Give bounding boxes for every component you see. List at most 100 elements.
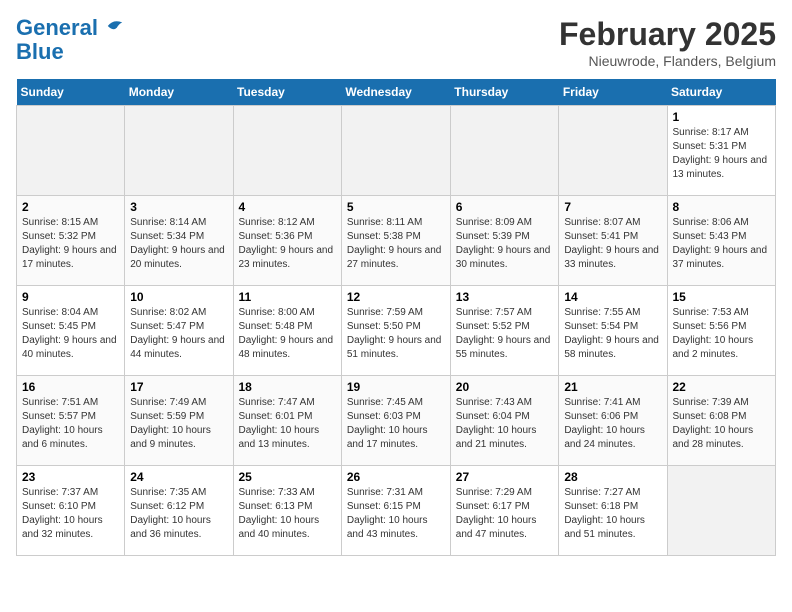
day-info: Sunrise: 7:33 AM Sunset: 6:13 PM Dayligh… xyxy=(239,486,336,542)
header-sunday: Sunday xyxy=(17,79,125,106)
calendar-header-row: SundayMondayTuesdayWednesdayThursdayFrid… xyxy=(17,79,776,106)
day-info: Sunrise: 8:09 AM Sunset: 5:39 PM Dayligh… xyxy=(456,216,554,272)
day-info: Sunrise: 7:29 AM Sunset: 6:17 PM Dayligh… xyxy=(456,486,554,542)
day-info: Sunrise: 7:39 AM Sunset: 6:08 PM Dayligh… xyxy=(673,396,771,452)
calendar-cell: 1 Sunrise: 8:17 AM Sunset: 5:31 PM Daylig… xyxy=(667,106,776,196)
day-number: 14 xyxy=(564,290,661,304)
day-info: Sunrise: 8:04 AM Sunset: 5:45 PM Dayligh… xyxy=(22,306,119,362)
calendar-week-2: 9 Sunrise: 8:04 AM Sunset: 5:45 PM Daylig… xyxy=(17,286,776,376)
day-number: 27 xyxy=(456,470,554,484)
day-info: Sunrise: 8:17 AM Sunset: 5:31 PM Dayligh… xyxy=(673,126,771,182)
day-info: Sunrise: 7:41 AM Sunset: 6:06 PM Dayligh… xyxy=(564,396,661,452)
calendar-cell: 3 Sunrise: 8:14 AM Sunset: 5:34 PM Daylig… xyxy=(125,196,233,286)
calendar-cell: 5 Sunrise: 8:11 AM Sunset: 5:38 PM Daylig… xyxy=(341,196,450,286)
calendar-cell: 28 Sunrise: 7:27 AM Sunset: 6:18 PM Dayli… xyxy=(559,466,667,556)
day-info: Sunrise: 8:11 AM Sunset: 5:38 PM Dayligh… xyxy=(347,216,445,272)
day-info: Sunrise: 8:14 AM Sunset: 5:34 PM Dayligh… xyxy=(130,216,227,272)
calendar-cell: 18Sunrise: 7:47 AM Sunset: 6:01 PM Dayli… xyxy=(233,376,341,466)
calendar-cell: 9 Sunrise: 8:04 AM Sunset: 5:45 PM Daylig… xyxy=(17,286,125,376)
day-number: 8 xyxy=(673,200,771,214)
calendar-table: SundayMondayTuesdayWednesdayThursdayFrid… xyxy=(16,79,776,556)
day-info: Sunrise: 7:55 AM Sunset: 5:54 PM Dayligh… xyxy=(564,306,661,362)
day-number: 4 xyxy=(239,200,336,214)
calendar-cell: 11 Sunrise: 8:00 AM Sunset: 5:48 PM Dayli… xyxy=(233,286,341,376)
calendar-cell: 8 Sunrise: 8:06 AM Sunset: 5:43 PM Daylig… xyxy=(667,196,776,286)
day-info: Sunrise: 8:06 AM Sunset: 5:43 PM Dayligh… xyxy=(673,216,771,272)
header-saturday: Saturday xyxy=(667,79,776,106)
calendar-cell: 4 Sunrise: 8:12 AM Sunset: 5:36 PM Daylig… xyxy=(233,196,341,286)
calendar-cell: 25 Sunrise: 7:33 AM Sunset: 6:13 PM Dayli… xyxy=(233,466,341,556)
calendar-cell: 12 Sunrise: 7:59 AM Sunset: 5:50 PM Dayli… xyxy=(341,286,450,376)
day-info: Sunrise: 7:51 AM Sunset: 5:57 PM Dayligh… xyxy=(22,396,119,452)
day-number: 5 xyxy=(347,200,445,214)
logo-bird-icon xyxy=(106,17,124,35)
calendar-cell xyxy=(559,106,667,196)
day-number: 6 xyxy=(456,200,554,214)
title-area: February 2025 Nieuwrode, Flanders, Belgi… xyxy=(559,16,776,69)
day-info: Sunrise: 8:07 AM Sunset: 5:41 PM Dayligh… xyxy=(564,216,661,272)
calendar-subtitle: Nieuwrode, Flanders, Belgium xyxy=(559,53,776,69)
calendar-cell: 20 Sunrise: 7:43 AM Sunset: 6:04 PM Dayli… xyxy=(450,376,559,466)
calendar-cell: 26Sunrise: 7:31 AM Sunset: 6:15 PM Dayli… xyxy=(341,466,450,556)
calendar-cell: 22 Sunrise: 7:39 AM Sunset: 6:08 PM Dayli… xyxy=(667,376,776,466)
calendar-cell: 2 Sunrise: 8:15 AM Sunset: 5:32 PM Daylig… xyxy=(17,196,125,286)
calendar-week-3: 16 Sunrise: 7:51 AM Sunset: 5:57 PM Dayli… xyxy=(17,376,776,466)
calendar-cell: 21 Sunrise: 7:41 AM Sunset: 6:06 PM Dayli… xyxy=(559,376,667,466)
day-number: 16 xyxy=(22,380,119,394)
calendar-cell: 13 Sunrise: 7:57 AM Sunset: 5:52 PM Dayli… xyxy=(450,286,559,376)
calendar-cell: 15Sunrise: 7:53 AM Sunset: 5:56 PM Dayli… xyxy=(667,286,776,376)
header: General Blue February 2025 Nieuwrode, Fl… xyxy=(16,16,776,69)
calendar-cell: 7 Sunrise: 8:07 AM Sunset: 5:41 PM Daylig… xyxy=(559,196,667,286)
calendar-cell: 17 Sunrise: 7:49 AM Sunset: 5:59 PM Dayli… xyxy=(125,376,233,466)
calendar-cell: 10 Sunrise: 8:02 AM Sunset: 5:47 PM Dayli… xyxy=(125,286,233,376)
day-info: Sunrise: 8:00 AM Sunset: 5:48 PM Dayligh… xyxy=(239,306,336,362)
calendar-week-4: 23 Sunrise: 7:37 AM Sunset: 6:10 PM Dayli… xyxy=(17,466,776,556)
day-number: 3 xyxy=(130,200,227,214)
day-info: Sunrise: 7:49 AM Sunset: 5:59 PM Dayligh… xyxy=(130,396,227,452)
calendar-cell: 24 Sunrise: 7:35 AM Sunset: 6:12 PM Dayli… xyxy=(125,466,233,556)
day-info: Sunrise: 8:02 AM Sunset: 5:47 PM Dayligh… xyxy=(130,306,227,362)
day-info: Sunrise: 7:37 AM Sunset: 6:10 PM Dayligh… xyxy=(22,486,119,542)
day-number: 2 xyxy=(22,200,119,214)
calendar-cell xyxy=(125,106,233,196)
day-info: Sunrise: 7:35 AM Sunset: 6:12 PM Dayligh… xyxy=(130,486,227,542)
logo-line2: Blue xyxy=(16,39,64,64)
day-info: Sunrise: 7:47 AM Sunset: 6:01 PM Dayligh… xyxy=(239,396,336,452)
day-info: Sunrise: 7:27 AM Sunset: 6:18 PM Dayligh… xyxy=(564,486,661,542)
day-number: 23 xyxy=(22,470,119,484)
calendar-cell: 23 Sunrise: 7:37 AM Sunset: 6:10 PM Dayli… xyxy=(17,466,125,556)
header-tuesday: Tuesday xyxy=(233,79,341,106)
day-number: 25 xyxy=(239,470,336,484)
calendar-week-1: 2 Sunrise: 8:15 AM Sunset: 5:32 PM Daylig… xyxy=(17,196,776,286)
day-number: 20 xyxy=(456,380,554,394)
header-friday: Friday xyxy=(559,79,667,106)
day-number: 1 xyxy=(673,110,771,124)
calendar-cell: 14 Sunrise: 7:55 AM Sunset: 5:54 PM Dayli… xyxy=(559,286,667,376)
day-number: 26 xyxy=(347,470,445,484)
calendar-week-0: 1 Sunrise: 8:17 AM Sunset: 5:31 PM Daylig… xyxy=(17,106,776,196)
day-info: Sunrise: 7:53 AM Sunset: 5:56 PM Dayligh… xyxy=(673,306,771,362)
day-number: 19 xyxy=(347,380,445,394)
day-number: 9 xyxy=(22,290,119,304)
day-number: 28 xyxy=(564,470,661,484)
day-info: Sunrise: 8:12 AM Sunset: 5:36 PM Dayligh… xyxy=(239,216,336,272)
day-info: Sunrise: 7:43 AM Sunset: 6:04 PM Dayligh… xyxy=(456,396,554,452)
day-number: 7 xyxy=(564,200,661,214)
day-number: 22 xyxy=(673,380,771,394)
day-info: Sunrise: 7:57 AM Sunset: 5:52 PM Dayligh… xyxy=(456,306,554,362)
day-number: 10 xyxy=(130,290,227,304)
logo-line1: General xyxy=(16,15,98,40)
calendar-title: February 2025 xyxy=(559,16,776,53)
day-number: 17 xyxy=(130,380,227,394)
calendar-cell xyxy=(667,466,776,556)
day-number: 11 xyxy=(239,290,336,304)
calendar-cell: 16 Sunrise: 7:51 AM Sunset: 5:57 PM Dayli… xyxy=(17,376,125,466)
day-number: 12 xyxy=(347,290,445,304)
day-number: 13 xyxy=(456,290,554,304)
day-number: 24 xyxy=(130,470,227,484)
calendar-cell xyxy=(233,106,341,196)
day-info: Sunrise: 7:59 AM Sunset: 5:50 PM Dayligh… xyxy=(347,306,445,362)
day-number: 21 xyxy=(564,380,661,394)
calendar-cell: 27 Sunrise: 7:29 AM Sunset: 6:17 PM Dayli… xyxy=(450,466,559,556)
day-info: Sunrise: 8:15 AM Sunset: 5:32 PM Dayligh… xyxy=(22,216,119,272)
